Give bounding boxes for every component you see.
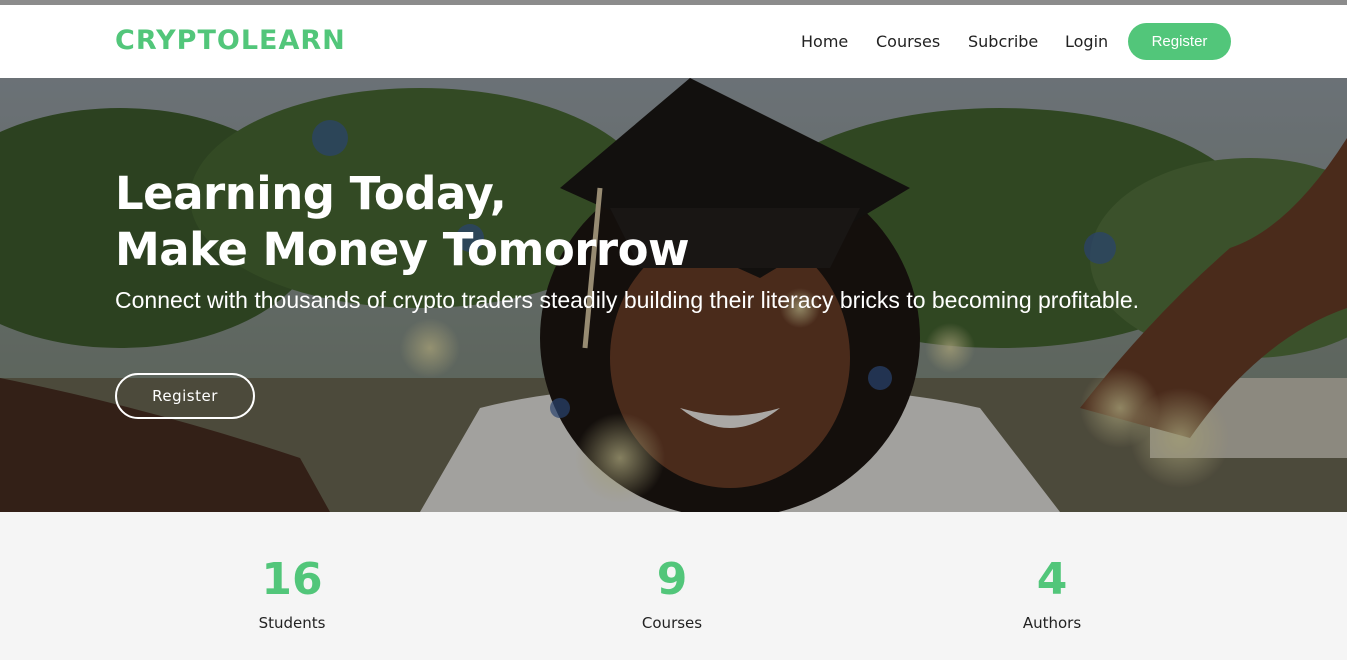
stat-students: 16 Students <box>142 512 442 632</box>
stat-courses-label: Courses <box>641 614 703 632</box>
nav-courses[interactable]: Courses <box>876 32 940 51</box>
hero-section: Learning Today, Make Money Tomorrow Conn… <box>0 78 1347 512</box>
nav-home[interactable]: Home <box>801 32 848 51</box>
site-logo[interactable]: CRYPTOLEARN <box>115 25 346 56</box>
stat-authors-value: 4 <box>1036 554 1068 605</box>
stat-authors-label: Authors <box>1022 614 1082 632</box>
hero-register-button[interactable]: Register <box>115 373 255 419</box>
stat-courses: 9 Courses <box>522 512 822 632</box>
hero-title-line-1: Learning Today, <box>115 167 507 220</box>
navbar: CRYPTOLEARN Home Courses Subcribe Login … <box>0 5 1347 78</box>
hero-subtitle: Connect with thousands of crypto traders… <box>115 287 1140 313</box>
nav-subscribe[interactable]: Subcribe <box>968 32 1038 51</box>
stats-section: 16 Students 9 Courses 4 Authors <box>0 512 1347 660</box>
stat-courses-value: 9 <box>656 554 688 605</box>
hero-title: Learning Today, Make Money Tomorrow <box>115 166 690 278</box>
stat-authors: 4 Authors <box>902 512 1202 632</box>
nav-login[interactable]: Login <box>1065 32 1108 51</box>
nav-register-button[interactable]: Register <box>1128 23 1231 60</box>
stat-students-label: Students <box>258 614 326 632</box>
hero-title-line-2: Make Money Tomorrow <box>115 223 690 276</box>
stat-students-value: 16 <box>261 554 323 605</box>
